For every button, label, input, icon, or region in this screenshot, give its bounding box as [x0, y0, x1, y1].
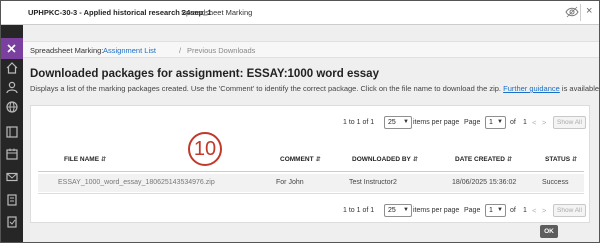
date-created-cell: 18/06/2025 15:36:02 — [452, 179, 517, 186]
page-title: Downloaded packages for assignment: ESSA… — [30, 68, 379, 80]
eye-icon[interactable] — [565, 6, 579, 18]
sort-icon: ⇵ — [101, 157, 107, 163]
tools-icon[interactable] — [5, 215, 19, 229]
pager-bottom: 1 to 1 of 1 25 ▼ items per page Page 1 ▼… — [343, 204, 587, 218]
page-label: Page — [464, 119, 481, 126]
breadcrumb-assignment-list-link[interactable]: Assignment List — [103, 46, 156, 55]
top-divider — [580, 4, 581, 21]
ok-button[interactable]: OK — [540, 225, 558, 238]
breadcrumb-label: Spreadsheet Marking: — [30, 46, 104, 55]
sort-icon: ⇵ — [412, 157, 418, 163]
show-all-button[interactable]: Show All — [553, 116, 586, 129]
sort-icon: ⇵ — [506, 157, 512, 163]
of-label: of — [510, 207, 516, 214]
column-header-label: DOWNLOADED BY — [352, 156, 411, 163]
page-select[interactable]: 1 ▼ — [485, 204, 506, 217]
pager-range: 1 to 1 of 1 — [343, 207, 375, 214]
courses-icon[interactable] — [5, 125, 19, 139]
column-header-label: DATE CREATED — [455, 156, 505, 163]
home-icon[interactable] — [5, 61, 19, 75]
grades-icon[interactable] — [5, 193, 19, 207]
pager-range: 1 to 1 of 1 — [343, 119, 375, 126]
status-cell: Success — [542, 179, 569, 186]
breadcrumb: Spreadsheet Marking: Assignment List / P… — [23, 41, 599, 58]
file-name-link[interactable]: ESSAY_1000_word_essay_180625143534976.zi… — [58, 179, 215, 186]
per-page-label: items per page — [413, 119, 460, 126]
sort-icon: ⇵ — [315, 157, 321, 163]
mail-icon[interactable] — [5, 170, 19, 184]
column-header-file-name[interactable]: FILE NAME ⇵ — [64, 156, 106, 163]
column-header-comment[interactable]: COMMENT ⇵ — [280, 156, 321, 163]
header-divider — [38, 171, 584, 172]
row-divider — [38, 193, 584, 194]
total-pages: 1 — [523, 207, 527, 214]
calendar-icon[interactable] — [5, 147, 19, 161]
description-end: is available. — [561, 84, 600, 93]
packages-panel: 1 to 1 of 1 25 ▼ items per page Page 1 ▼… — [30, 105, 590, 223]
prev-page-button[interactable]: < — [532, 206, 536, 215]
sidebar — [1, 25, 23, 242]
page-label: Page — [464, 207, 481, 214]
comment-cell: For John — [276, 179, 304, 186]
chevron-down-icon: ▼ — [403, 119, 409, 125]
close-panel-button[interactable] — [1, 38, 23, 59]
pager-top: 1 to 1 of 1 25 ▼ items per page Page 1 ▼… — [343, 116, 587, 130]
sort-icon: ⇵ — [572, 157, 578, 163]
total-pages: 1 — [523, 119, 527, 126]
page-value: 1 — [489, 207, 493, 214]
globe-icon[interactable] — [5, 100, 19, 114]
description-text: Displays a list of the marking packages … — [30, 84, 502, 93]
per-page-value: 25 — [388, 207, 396, 214]
per-page-value: 25 — [388, 119, 396, 126]
further-guidance-link[interactable]: Further guidance — [503, 84, 560, 93]
column-header-label: STATUS — [545, 156, 571, 163]
per-page-label: items per page — [413, 207, 460, 214]
user-icon[interactable] — [5, 80, 19, 94]
column-header-label: COMMENT — [280, 156, 314, 163]
app-window: UPHPKC-30-3 - Applied historical researc… — [0, 0, 600, 243]
step-callout: 10 — [188, 132, 222, 166]
downloaded-by-cell: Test Instructor2 — [349, 179, 397, 186]
top-bar: UPHPKC-30-3 - Applied historical researc… — [1, 1, 599, 25]
of-label: of — [510, 119, 516, 126]
main-content: Spreadsheet Marking: Assignment List / P… — [23, 25, 600, 242]
table-row: ESSAY_1000_word_essay_180625143534976.zi… — [38, 174, 584, 192]
column-header-date-created[interactable]: DATE CREATED ⇵ — [455, 156, 512, 163]
per-page-select[interactable]: 25 ▼ — [384, 204, 412, 217]
page-select[interactable]: 1 ▼ — [485, 116, 506, 129]
next-page-button[interactable]: > — [542, 206, 546, 215]
close-icon[interactable]: × — [586, 5, 596, 17]
show-all-button[interactable]: Show All — [553, 204, 586, 217]
page-name: Spreadsheet Marking — [181, 8, 253, 17]
chevron-down-icon: ▼ — [497, 119, 503, 125]
close-x-icon — [7, 44, 16, 53]
chevron-down-icon: ▼ — [403, 207, 409, 213]
column-header-status[interactable]: STATUS ⇵ — [545, 156, 577, 163]
column-header-label: FILE NAME — [64, 156, 100, 163]
page-value: 1 — [489, 119, 493, 126]
chevron-down-icon: ▼ — [497, 207, 503, 213]
breadcrumb-current: Previous Downloads — [187, 46, 256, 55]
prev-page-button[interactable]: < — [532, 118, 536, 127]
next-page-button[interactable]: > — [542, 118, 546, 127]
page-description: Displays a list of the marking packages … — [30, 84, 600, 93]
per-page-select[interactable]: 25 ▼ — [384, 116, 412, 129]
breadcrumb-separator: / — [179, 46, 182, 55]
column-header-downloaded-by[interactable]: DOWNLOADED BY ⇵ — [352, 156, 418, 163]
